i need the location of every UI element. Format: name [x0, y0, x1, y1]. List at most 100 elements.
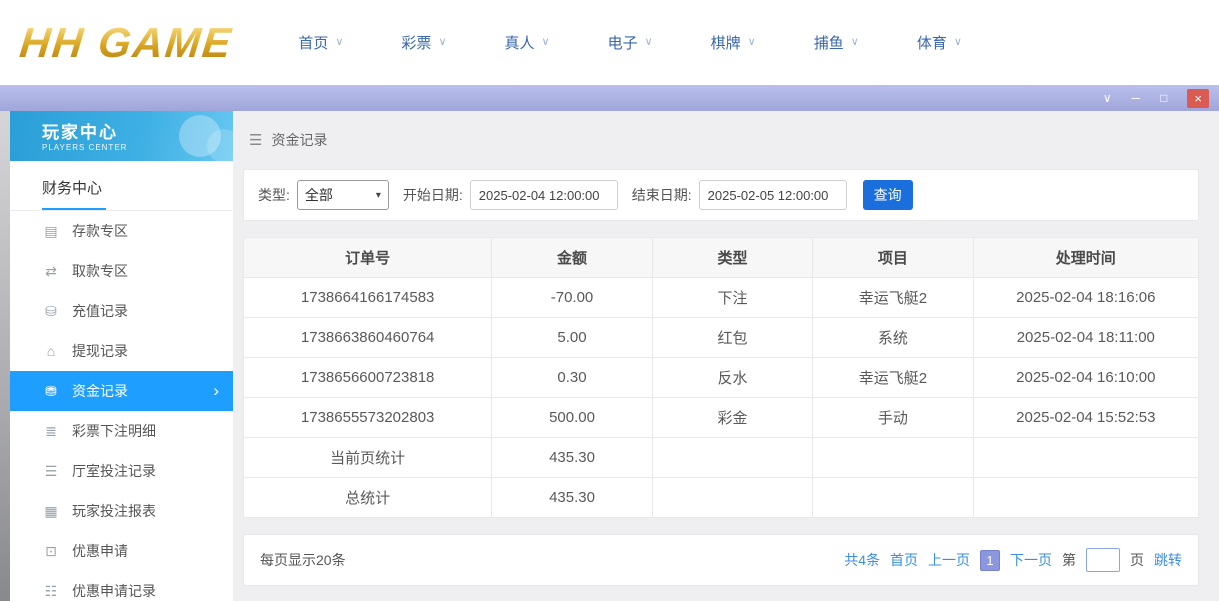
cell-item: 手动	[813, 398, 973, 438]
start-date-input[interactable]	[470, 180, 618, 210]
sidebar-item-label: 优惠申请	[72, 541, 128, 561]
chevron-down-icon: ∨	[645, 37, 653, 48]
table-header-time: 处理时间	[973, 238, 1198, 278]
deposit-icon: ▤	[42, 223, 60, 240]
bank-icon: ⌂	[42, 343, 60, 359]
chevron-right-icon: ›	[213, 381, 219, 401]
pager-controls: 共4条 首页 上一页 1 下一页 第 页 跳转	[844, 548, 1182, 572]
sidebar-item-lottery-bet-details[interactable]: ≣ 彩票下注明细	[10, 411, 233, 451]
players-center-header: 玩家中心 PLAYERS CENTER	[10, 111, 233, 161]
empty-cell	[813, 478, 973, 518]
sidebar-item-funds-records[interactable]: ⛃ 资金记录 ›	[10, 371, 233, 411]
sidebar-item-label: 资金记录	[72, 381, 128, 401]
cell-time: 2025-02-04 18:16:06	[973, 278, 1198, 318]
end-date-input[interactable]	[699, 180, 847, 210]
type-label: 类型:	[258, 185, 290, 205]
end-date-label: 结束日期:	[632, 185, 692, 205]
cell-item: 系统	[813, 318, 973, 358]
cell-order: 1738663860460764	[244, 318, 492, 358]
table-row: 1738663860460764 5.00 红包 系统 2025-02-04 1…	[244, 318, 1199, 358]
table-row: 1738655573202803 500.00 彩金 手动 2025-02-04…	[244, 398, 1199, 438]
nav-item-live[interactable]: 真人 ∨	[505, 32, 550, 53]
window-chevron-icon[interactable]: ∨	[1103, 92, 1112, 104]
chevron-down-icon: ∨	[542, 37, 550, 48]
window-titlebar: ∨ ─ □ ×	[0, 85, 1219, 111]
coins-icon: ⛁	[42, 303, 60, 320]
sidebar-item-label: 厅室投注记录	[72, 461, 156, 481]
nav-item-lottery[interactable]: 彩票 ∨	[401, 32, 446, 53]
close-icon[interactable]: ×	[1187, 89, 1209, 108]
cell-time: 2025-02-04 18:11:00	[973, 318, 1198, 358]
type-select-value: 全部	[305, 185, 333, 205]
chevron-down-icon: ∨	[954, 37, 962, 48]
list-icon: ☰	[42, 463, 60, 480]
minimize-icon[interactable]: ─	[1132, 92, 1141, 104]
caret-down-icon: ▾	[376, 190, 381, 201]
money-bag-icon: ⛃	[42, 383, 60, 400]
chevron-down-icon: ∨	[748, 37, 756, 48]
page-jump-input[interactable]	[1086, 548, 1120, 572]
empty-cell	[973, 478, 1198, 518]
cell-type: 反水	[652, 358, 812, 398]
cell-type: 下注	[652, 278, 812, 318]
maximize-icon[interactable]: □	[1160, 92, 1167, 104]
document-icon: ≣	[42, 423, 60, 440]
nav-item-fishing[interactable]: 捕鱼 ∨	[814, 32, 859, 53]
summary-label: 当前页统计	[244, 438, 492, 478]
prev-page-link[interactable]: 上一页	[928, 550, 970, 570]
nav-item-slots[interactable]: 电子 ∨	[608, 32, 653, 53]
cell-time: 2025-02-04 16:10:00	[973, 358, 1198, 398]
nav-label: 真人	[505, 32, 535, 53]
empty-cell	[652, 438, 812, 478]
first-page-link[interactable]: 首页	[890, 550, 918, 570]
circle-decor	[207, 129, 233, 161]
table-header-order: 订单号	[244, 238, 492, 278]
finance-center-label: 财务中心	[42, 177, 106, 210]
chevron-down-icon: ∨	[438, 37, 446, 48]
table-header-row: 订单号 金额 类型 项目 处理时间	[244, 238, 1199, 278]
jump-go-link[interactable]: 跳转	[1154, 550, 1182, 570]
cell-amount: 0.30	[492, 358, 652, 398]
summary-amount: 435.30	[492, 478, 652, 518]
sidebar-menu: ▤ 存款专区 ⇄ 取款专区 ⛁ 充值记录 ⌂ 提现记录 ⛃ 资金记录 › ≣	[10, 211, 233, 601]
start-date-label: 开始日期:	[403, 185, 463, 205]
summary-row-page: 当前页统计 435.30	[244, 438, 1199, 478]
withdraw-icon: ⇄	[42, 263, 60, 280]
funds-table: 订单号 金额 类型 项目 处理时间 1738664166174583 -70.0…	[243, 237, 1199, 518]
nav-label: 彩票	[401, 32, 431, 53]
sidebar-item-withdrawal-records[interactable]: ⌂ 提现记录	[10, 331, 233, 371]
table-header-item: 项目	[813, 238, 973, 278]
search-button[interactable]: 查询	[863, 180, 913, 210]
nav-label: 首页	[298, 32, 328, 53]
nav-item-chess[interactable]: 棋牌 ∨	[711, 32, 756, 53]
cell-type: 红包	[652, 318, 812, 358]
cell-type: 彩金	[652, 398, 812, 438]
summary-row-total: 总统计 435.30	[244, 478, 1199, 518]
sidebar-item-promo-apply[interactable]: ⊡ 优惠申请	[10, 531, 233, 571]
sidebar-item-hall-bet-records[interactable]: ☰ 厅室投注记录	[10, 451, 233, 491]
cell-amount: 5.00	[492, 318, 652, 358]
menu-icon: ☰	[249, 131, 262, 149]
empty-cell	[973, 438, 1198, 478]
type-select[interactable]: 全部 ▾	[297, 180, 389, 210]
sidebar-item-deposit-zone[interactable]: ▤ 存款专区	[10, 211, 233, 251]
main-nav: 首页 ∨ 彩票 ∨ 真人 ∨ 电子 ∨ 棋牌 ∨ 捕鱼 ∨ 体育 ∨	[298, 32, 962, 53]
chevron-down-icon: ∨	[851, 37, 859, 48]
cell-item: 幸运飞艇2	[813, 358, 973, 398]
nav-item-home[interactable]: 首页 ∨	[298, 32, 343, 53]
sidebar-item-recharge-records[interactable]: ⛁ 充值记录	[10, 291, 233, 331]
breadcrumb: ☰ 资金记录	[243, 111, 1199, 169]
empty-cell	[813, 438, 973, 478]
sidebar-item-withdraw-zone[interactable]: ⇄ 取款专区	[10, 251, 233, 291]
current-page[interactable]: 1	[980, 550, 1000, 571]
sidebar-item-player-bet-report[interactable]: ▦ 玩家投注报表	[10, 491, 233, 531]
sidebar-item-label: 优惠申请记录	[72, 581, 156, 601]
next-page-link[interactable]: 下一页	[1010, 550, 1052, 570]
total-count: 共4条	[844, 550, 880, 570]
sidebar-item-label: 玩家投注报表	[72, 501, 156, 521]
sidebar-item-label: 取款专区	[72, 261, 128, 281]
coupon-icon: ⊡	[42, 543, 60, 560]
nav-item-sports[interactable]: 体育 ∨	[917, 32, 962, 53]
brand-logo[interactable]: HH GAME	[17, 19, 234, 67]
sidebar-item-promo-apply-records[interactable]: ☷ 优惠申请记录	[10, 571, 233, 601]
